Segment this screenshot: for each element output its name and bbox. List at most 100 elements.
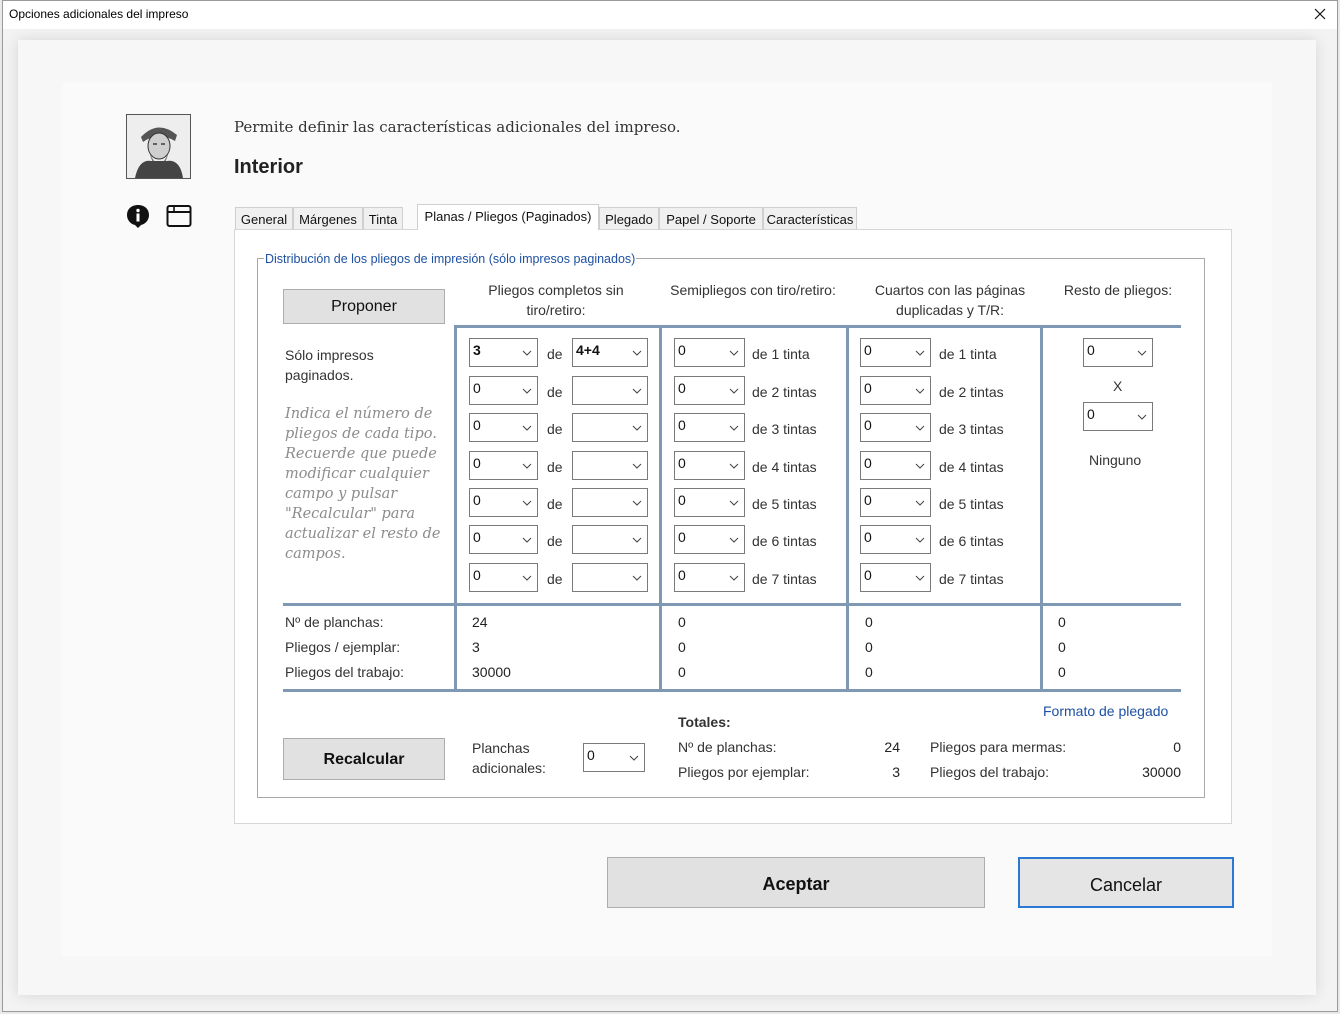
semi-count-combo[interactable]: 0 xyxy=(674,488,745,517)
full-type-combo[interactable] xyxy=(572,376,648,405)
tab-planas-pliegos[interactable]: Planas / Pliegos (Paginados) xyxy=(417,204,599,230)
stat-full-per-copy: 3 xyxy=(472,639,480,655)
chevron-down-icon xyxy=(915,500,925,506)
chevron-down-icon xyxy=(522,575,532,581)
title-bar: Opciones adicionales del impreso xyxy=(3,1,1337,29)
totals-per-copy-value: 3 xyxy=(892,764,900,780)
totals-per-copy-label: Pliegos por ejemplar: xyxy=(678,764,810,780)
semi-count-combo[interactable]: 0 xyxy=(674,525,745,554)
full-type-combo[interactable] xyxy=(572,563,648,592)
rest-none-label: Ninguno xyxy=(1089,452,1142,468)
stat-label-plates: Nº de planchas: xyxy=(285,614,384,630)
grid-col-divider xyxy=(1040,325,1043,692)
propose-button[interactable]: Proponer xyxy=(283,289,445,324)
chevron-down-icon xyxy=(729,500,739,506)
ink-label: de 6 tintas xyxy=(939,533,1004,549)
ink-label: de 6 tintas xyxy=(752,533,817,549)
stat-label-per-copy: Pliegos / ejemplar: xyxy=(285,639,401,655)
full-count-combo[interactable]: 0 xyxy=(469,525,538,554)
full-count-combo[interactable]: 3 xyxy=(469,338,538,367)
chevron-down-icon xyxy=(632,425,642,431)
ink-label: de 5 tintas xyxy=(752,496,817,512)
semi-count-combo[interactable]: 0 xyxy=(674,338,745,367)
full-type-combo[interactable] xyxy=(572,488,648,517)
quarter-count-combo[interactable]: 0 xyxy=(860,488,931,517)
full-type-combo[interactable] xyxy=(572,525,648,554)
tab-caracteristicas[interactable]: Características xyxy=(763,207,857,230)
chevron-down-icon xyxy=(522,537,532,543)
semi-count-combo[interactable]: 0 xyxy=(674,563,745,592)
tab-margenes[interactable]: Márgenes xyxy=(293,207,363,230)
chevron-down-icon xyxy=(729,463,739,469)
ink-label: de 2 tintas xyxy=(939,384,1004,400)
chevron-down-icon xyxy=(915,350,925,356)
page-description: Permite definir las características adic… xyxy=(234,118,681,136)
full-type-combo[interactable] xyxy=(572,413,648,442)
stat-rest-plates: 0 xyxy=(1058,614,1066,630)
stat-semi-plates: 0 xyxy=(678,614,686,630)
full-type-combo[interactable]: 4+4 xyxy=(572,338,648,367)
ink-label: de 7 tintas xyxy=(939,571,1004,587)
ink-label: de 2 tintas xyxy=(752,384,817,400)
extra-plates-combo[interactable]: 0 xyxy=(583,743,645,772)
tab-papel-soporte[interactable]: Papel / Soporte xyxy=(659,207,763,230)
close-button[interactable] xyxy=(1307,2,1333,26)
rest-a-combo[interactable]: 0 xyxy=(1083,338,1153,367)
quarter-count-combo[interactable]: 0 xyxy=(860,413,931,442)
full-count-combo[interactable]: 0 xyxy=(469,488,538,517)
de-label: de xyxy=(547,384,563,400)
page-title: Interior xyxy=(234,156,303,178)
document-icon[interactable] xyxy=(166,204,192,228)
rest-x-label: X xyxy=(1113,378,1123,394)
semi-count-combo[interactable]: 0 xyxy=(674,376,745,405)
stat-semi-job: 0 xyxy=(678,664,686,680)
folding-format-link[interactable]: Formato de plegado xyxy=(1043,703,1168,719)
quarter-count-combo[interactable]: 0 xyxy=(860,563,931,592)
tab-general[interactable]: General xyxy=(235,207,293,230)
chevron-down-icon xyxy=(1137,350,1147,356)
de-label: de xyxy=(547,533,563,549)
de-label: de xyxy=(547,421,563,437)
quarter-count-combo[interactable]: 0 xyxy=(860,338,931,367)
close-icon xyxy=(1314,8,1326,20)
hint-text: Indica el número de pliegos de cada tipo… xyxy=(285,406,441,562)
grid-col-divider xyxy=(846,325,849,692)
cancel-button[interactable]: Cancelar xyxy=(1018,857,1234,908)
full-count-combo[interactable]: 0 xyxy=(469,451,538,480)
ink-label: de 1 tinta xyxy=(939,346,997,362)
totals-job-label: Pliegos del trabajo: xyxy=(930,764,1050,780)
grid-col-divider xyxy=(454,325,457,692)
ink-label: de 7 tintas xyxy=(752,571,817,587)
stat-semi-per-copy: 0 xyxy=(678,639,686,655)
grid-bottom-rule xyxy=(283,689,1181,692)
quarter-count-combo[interactable]: 0 xyxy=(860,451,931,480)
chevron-down-icon xyxy=(522,388,532,394)
chevron-down-icon xyxy=(632,575,642,581)
rest-b-combo[interactable]: 0 xyxy=(1083,402,1153,431)
full-count-combo[interactable]: 0 xyxy=(469,376,538,405)
stat-quarters-plates: 0 xyxy=(865,614,873,630)
info-icon[interactable] xyxy=(126,204,150,228)
tab-plegado[interactable]: Plegado xyxy=(599,207,659,230)
ink-label: de 1 tinta xyxy=(752,346,810,362)
ink-label: de 4 tintas xyxy=(939,459,1004,475)
chevron-down-icon xyxy=(632,463,642,469)
chevron-down-icon xyxy=(729,575,739,581)
semi-count-combo[interactable]: 0 xyxy=(674,413,745,442)
chevron-down-icon xyxy=(729,425,739,431)
full-count-combo[interactable]: 0 xyxy=(469,413,538,442)
recalculate-button[interactable]: Recalcular xyxy=(283,738,445,780)
chevron-down-icon xyxy=(522,463,532,469)
semi-count-combo[interactable]: 0 xyxy=(674,451,745,480)
stat-rest-per-copy: 0 xyxy=(1058,639,1066,655)
totals-waste-value: 0 xyxy=(1173,739,1181,755)
window-title: Opciones adicionales del impreso xyxy=(9,7,189,21)
accept-button[interactable]: Aceptar xyxy=(607,857,985,908)
full-type-combo[interactable] xyxy=(572,451,648,480)
quarter-count-combo[interactable]: 0 xyxy=(860,376,931,405)
quarter-count-combo[interactable]: 0 xyxy=(860,525,931,554)
tab-tinta[interactable]: Tinta xyxy=(363,207,403,230)
de-label: de xyxy=(547,346,563,362)
chevron-down-icon xyxy=(915,537,925,543)
full-count-combo[interactable]: 0 xyxy=(469,563,538,592)
